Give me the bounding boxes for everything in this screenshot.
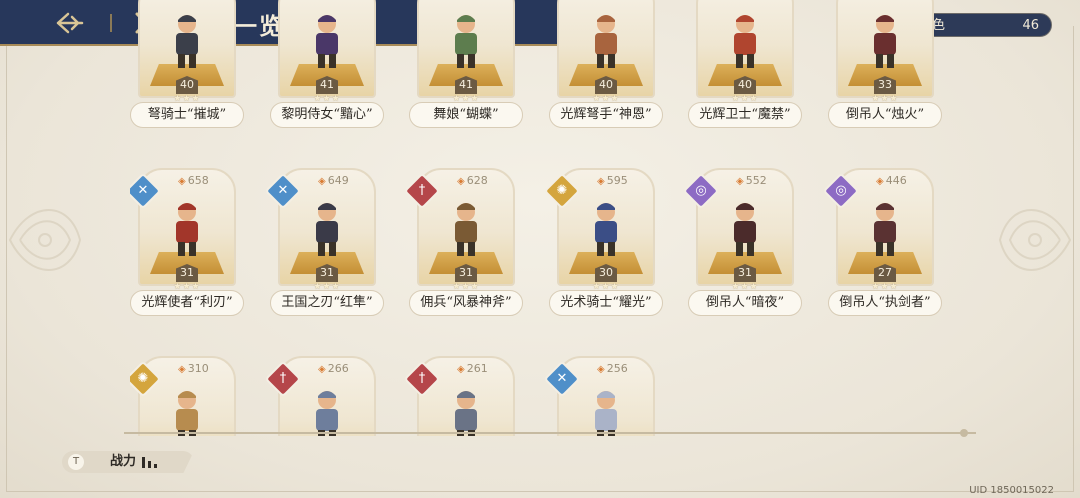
character-card[interactable]: 31★★★628†佣兵“风暴神斧” (403, 168, 523, 316)
character-portrait (595, 203, 617, 256)
character-name: 倒吊人“执剑者” (828, 290, 942, 316)
character-card[interactable]: 41 ★★★ 舞娘“蝴蝶” (409, 0, 523, 128)
character-card[interactable]: 310✺ (130, 356, 244, 436)
my-characters-count: 46 (1022, 18, 1039, 33)
character-portrait (455, 391, 477, 436)
character-name: 弩骑士“摧城” (130, 102, 244, 128)
power-value: 266 (318, 362, 349, 375)
character-portrait (176, 15, 198, 68)
character-portrait (176, 203, 198, 256)
character-portrait (874, 15, 896, 68)
left-ornament-decoration (8, 209, 82, 271)
character-card[interactable]: 27★★★446◎倒吊人“执剑者” (822, 168, 942, 316)
character-name: 王国之刃“红隼” (270, 290, 384, 316)
character-name: 倒吊人“烛火” (828, 102, 942, 128)
character-card[interactable]: 31★★★552◎倒吊人“暗夜” (682, 168, 802, 316)
power-value: 261 (457, 362, 488, 375)
character-portrait (316, 203, 338, 256)
character-card[interactable]: 30★★★595✺光术骑士“耀光” (543, 168, 663, 316)
character-portrait (176, 391, 198, 436)
power-sort-button[interactable]: T 战力 (62, 451, 194, 473)
user-id: UID 1850015022 (969, 485, 1054, 496)
character-card[interactable]: 41 ★★★ 黎明侍女“黯心” (270, 0, 384, 128)
character-card[interactable]: 33 ★★★ 倒吊人“烛火” (828, 0, 942, 128)
power-value: 628 (457, 174, 488, 187)
divider (110, 14, 112, 32)
power-value: 658 (178, 174, 209, 187)
back-arrow-icon[interactable] (54, 9, 86, 37)
character-card[interactable]: 256✕ (543, 356, 663, 436)
character-name: 光术骑士“耀光” (549, 290, 663, 316)
character-portrait (455, 203, 477, 256)
character-name: 佣兵“风暴神斧” (409, 290, 523, 316)
filter-icon: T (68, 454, 84, 470)
character-name: 倒吊人“暗夜” (688, 290, 802, 316)
power-value: 552 (736, 174, 767, 187)
scroll-divider (124, 429, 976, 437)
power-value: 310 (178, 362, 209, 375)
bar-sort-icon (142, 457, 157, 468)
character-portrait (734, 15, 756, 68)
character-portrait (595, 391, 617, 436)
character-card[interactable]: 40 ★★★ 光辉弩手“神恩” (549, 0, 663, 128)
character-name: 光辉弩手“神恩” (549, 102, 663, 128)
character-card[interactable]: 31★★★658✕光辉使者“利刃” (130, 168, 244, 316)
character-name: 光辉卫士“魔禁” (688, 102, 802, 128)
power-value: 446 (876, 174, 907, 187)
character-portrait (316, 15, 338, 68)
character-card[interactable]: 40 ★★★ 弩骑士“摧城” (130, 0, 244, 128)
character-card[interactable]: 31★★★649✕王国之刃“红隼” (264, 168, 384, 316)
right-ornament-decoration (998, 209, 1072, 271)
power-value: 256 (597, 362, 628, 375)
character-portrait (455, 15, 477, 68)
character-card[interactable]: 261† (403, 356, 523, 436)
character-portrait (595, 15, 617, 68)
character-name: 舞娘“蝴蝶” (409, 102, 523, 128)
character-portrait (874, 203, 896, 256)
character-name: 光辉使者“利刃” (130, 290, 244, 316)
power-sort-label: 战力 (110, 454, 137, 469)
character-portrait (734, 203, 756, 256)
character-grid: 40 ★★★ 弩骑士“摧城” 41 ★★★ 黎明侍女“黯心” 41 ★★★ 舞娘“蝴蝶” 40 ★★… (130, 0, 970, 436)
character-name: 黎明侍女“黯心” (270, 102, 384, 128)
character-card[interactable]: 266† (264, 356, 384, 436)
character-card[interactable]: 40 ★★★ 光辉卫士“魔禁” (688, 0, 802, 128)
power-value: 595 (597, 174, 628, 187)
power-value: 649 (318, 174, 349, 187)
character-portrait (316, 391, 338, 436)
